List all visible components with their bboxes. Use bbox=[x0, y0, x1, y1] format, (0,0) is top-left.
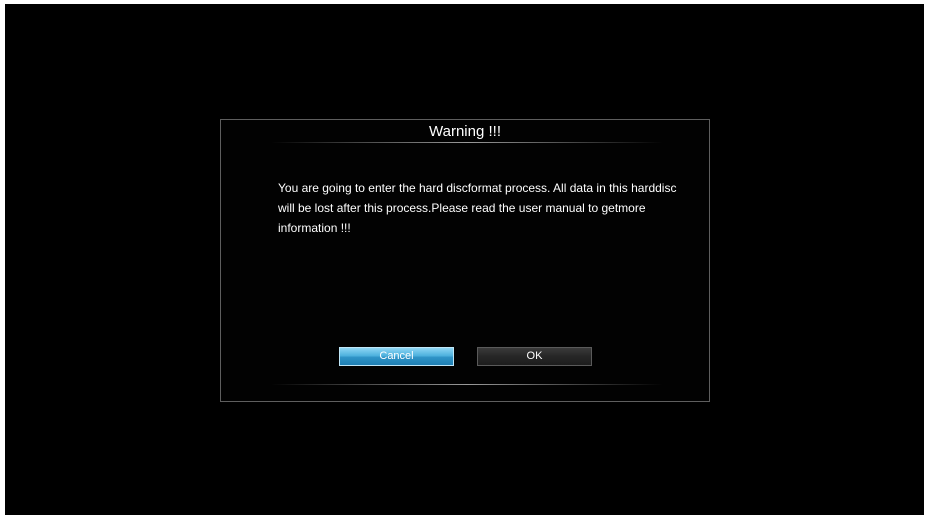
cancel-button[interactable]: Cancel bbox=[339, 347, 454, 366]
warning-dialog: Warning !!! You are going to enter the h… bbox=[220, 119, 710, 402]
dialog-title: Warning !!! bbox=[429, 123, 501, 140]
bottom-divider bbox=[271, 384, 663, 385]
tv-screen: Warning !!! You are going to enter the h… bbox=[5, 4, 924, 515]
warning-message: You are going to enter the hard discform… bbox=[278, 181, 677, 235]
ok-button[interactable]: OK bbox=[477, 347, 592, 366]
title-divider bbox=[271, 142, 663, 143]
